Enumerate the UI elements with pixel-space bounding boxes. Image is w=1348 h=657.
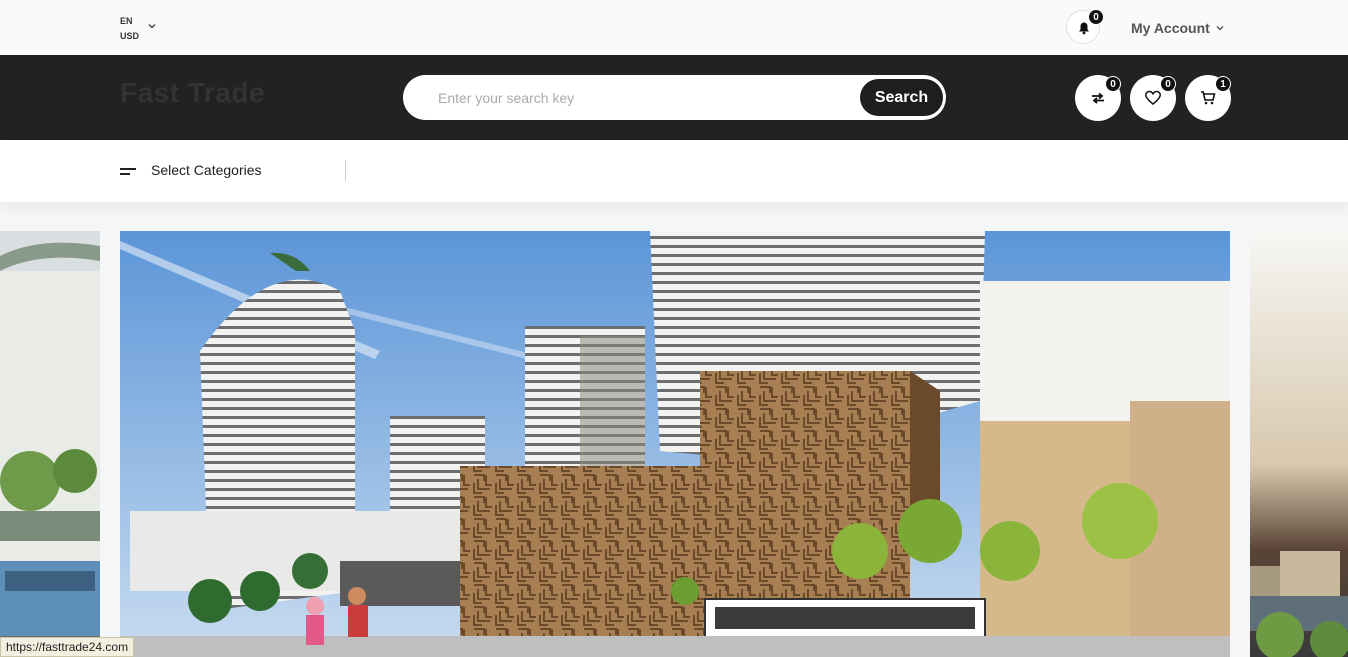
language-label: EN [120, 16, 133, 26]
notifications-button[interactable]: 0 [1066, 9, 1104, 44]
search-button[interactable]: Search [860, 79, 943, 116]
search-bar: Search [403, 75, 946, 120]
compare-button[interactable]: 0 [1075, 75, 1121, 121]
menu-icon[interactable] [120, 168, 136, 175]
compare-icon [1092, 92, 1104, 104]
category-divider [345, 160, 346, 181]
hero-slide-image[interactable] [120, 231, 1230, 657]
compare-badge: 0 [1105, 76, 1121, 92]
language-currency-switcher[interactable]: EN USD [120, 14, 139, 44]
next-slide-image[interactable] [1250, 231, 1348, 657]
currency-label: USD [120, 31, 140, 41]
my-account-menu[interactable]: My Account [1131, 20, 1210, 36]
status-bar-url: https://fasttrade24.com [0, 637, 135, 657]
wishlist-badge: 0 [1160, 76, 1176, 92]
chevron-down-icon[interactable] [147, 21, 157, 31]
cart-button[interactable]: 1 [1185, 75, 1231, 121]
search-input[interactable] [423, 81, 843, 114]
top-bar: EN USD 0 My Account [0, 0, 1348, 55]
bell-icon [1079, 22, 1089, 35]
chevron-down-icon[interactable] [1215, 23, 1225, 33]
wishlist-button[interactable]: 0 [1130, 75, 1176, 121]
notifications-badge: 0 [1088, 9, 1104, 25]
category-bar: Select Categories [0, 140, 1348, 202]
hero-slider[interactable] [0, 231, 1348, 657]
select-categories-button[interactable]: Select Categories [151, 162, 262, 178]
cart-icon [1201, 91, 1216, 105]
main-header: Fast Trade Search 0 0 1 [0, 55, 1348, 140]
cart-badge: 1 [1215, 76, 1231, 92]
site-logo[interactable]: Fast Trade [120, 77, 265, 109]
heart-icon [1145, 90, 1161, 105]
previous-slide-image[interactable] [0, 231, 100, 657]
